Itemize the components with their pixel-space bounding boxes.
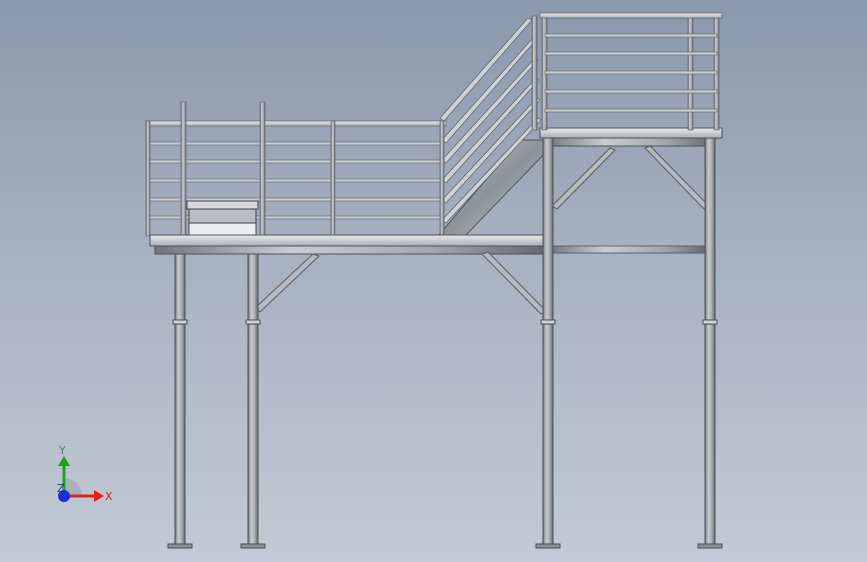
stair[interactable] (436, 15, 549, 237)
x-axis-arrow-icon (94, 490, 104, 502)
z-axis-label: Z (57, 482, 65, 495)
platform-model[interactable] (0, 0, 867, 562)
y-axis-arrow-icon (58, 456, 70, 466)
graphics-viewport[interactable]: Y X Z (0, 0, 867, 562)
upper-deck (539, 127, 723, 139)
column (247, 253, 259, 545)
upper-bracing (551, 145, 710, 210)
lower-bracing (254, 251, 547, 315)
axis-triad: Y X Z (40, 436, 120, 516)
lower-deck (149, 234, 549, 247)
upper-platform[interactable] (539, 12, 723, 254)
upper-midrail (547, 245, 711, 254)
column (174, 253, 186, 545)
access-hatch (186, 200, 259, 237)
lower-handrail (145, 120, 447, 127)
column (542, 137, 554, 545)
upper-handrail (539, 12, 723, 19)
upper-beam (544, 137, 716, 147)
stair-top-post (531, 15, 538, 131)
column (704, 137, 716, 545)
y-axis-label: Y (58, 444, 66, 457)
x-axis-label: X (105, 490, 113, 503)
